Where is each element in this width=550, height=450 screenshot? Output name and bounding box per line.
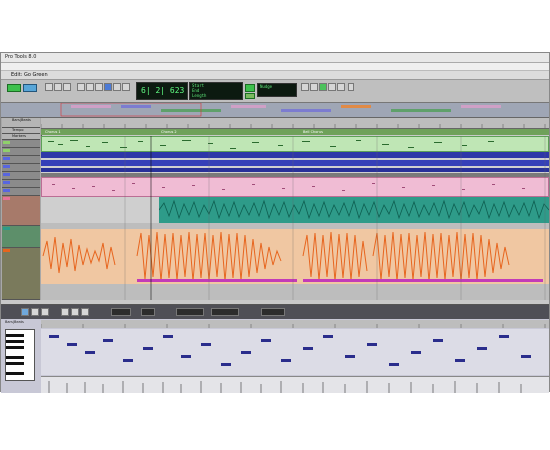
nudge-counter[interactable]: Nudge [257,83,297,97]
midi-editor-pane: Bars|Beats [1,304,549,393]
midi-blue-region[interactable] [41,160,549,166]
overview-graphic [60,103,501,117]
track-header[interactable] [2,226,40,248]
pink-notes-graphic [52,183,525,191]
ruler-label: Bars|Beats [12,118,31,122]
sub-counters: Start End Length [189,82,243,100]
marker-bell-chorus[interactable]: Bell Chorus [303,129,323,135]
ruler-header: Bars|Beats [2,118,40,128]
main-counter-value: 6| 2| 623 [141,86,185,95]
grid-mode-button[interactable] [245,84,255,92]
midi-counter[interactable] [141,308,155,316]
piano-keyboard[interactable] [5,329,35,381]
track-header-column: Bars|Beats Tempo Markers [1,118,42,300]
track-header[interactable] [2,156,40,164]
record-button[interactable] [337,83,345,91]
midi-tool-button[interactable] [61,308,69,316]
midi-blue-region[interactable] [41,152,549,158]
title-bar: Pro Tools 8.0 _ □ x [1,53,549,72]
track-header[interactable] [2,196,40,226]
edit-window-title: Edit: Go Green [11,72,48,78]
piano-roll-grid[interactable] [41,329,549,375]
zoom-out-button[interactable] [54,83,62,91]
grabber-tool-button[interactable] [95,83,103,91]
ruler-ticks [41,124,546,128]
audio-lane-orange[interactable] [41,229,549,284]
midi-ruler-label: Bars|Beats [5,320,24,324]
rewind-button[interactable] [301,83,309,91]
track-header[interactable] [2,164,40,172]
midi-tool-button[interactable] [41,308,49,316]
trim-tool-button[interactable] [77,83,85,91]
track-header[interactable] [2,248,40,300]
track-header[interactable] [2,148,40,156]
edit-tracks-area[interactable] [41,136,549,300]
midi-counter[interactable] [176,308,204,316]
window-title: Pro Tools 8.0 [5,54,37,60]
velocity-lane[interactable] [41,376,549,393]
edit-window-bar: Edit: Go Green [1,71,549,80]
timeline-ruler[interactable] [41,118,549,129]
velocity-stems [48,381,522,393]
fast-forward-button[interactable] [328,83,336,91]
track-header[interactable] [2,188,40,196]
track-header[interactable] [2,172,40,180]
zoom-button[interactable] [45,83,53,91]
loop-button[interactable] [348,83,354,91]
nudge-mode-button[interactable] [245,93,255,99]
midi-tool-button[interactable] [21,308,29,316]
tempo-ruler-label: Tempo [12,128,24,132]
track-header[interactable] [2,180,40,188]
midi-counter[interactable] [211,308,239,316]
mode-grid-button[interactable] [23,84,37,92]
smart-tool-button[interactable] [104,83,112,91]
audio-lane-teal[interactable] [41,197,549,223]
midi-tool-button[interactable] [81,308,89,316]
edit-toolbar: 6| 2| 623 Start End Length Nudge [1,80,549,103]
midi-notes-graphic [48,140,494,149]
nudge-label: Nudge [260,84,273,89]
markers-ruler[interactable]: Chorus 1 Chorus 2 Bell Chorus [41,129,549,135]
midi-blue-region[interactable] [41,168,549,172]
play-button[interactable] [319,83,327,91]
track-header[interactable] [2,140,40,148]
empty-lane [41,284,549,300]
midi-region-strip[interactable] [41,136,549,152]
menu-bar: File Edit View Track Region Event AudioS… [1,63,549,79]
length-label: Length [192,93,207,98]
teal-waveform [159,199,549,220]
pencil-tool-button[interactable] [122,83,130,91]
pink-midi-region[interactable] [41,177,549,197]
midi-tool-button[interactable] [31,308,39,316]
midi-counter[interactable] [111,308,131,316]
teal-audio-region[interactable] [159,197,549,223]
midi-editor-toolbar [1,305,549,319]
stop-button[interactable] [310,83,318,91]
universe-overview[interactable] [1,103,549,118]
midi-editor-ruler[interactable] [41,320,549,328]
selector-tool-button[interactable] [86,83,94,91]
pro-tools-window: Pro Tools 8.0 _ □ x File Edit View Track… [0,52,550,393]
marker-chorus-1[interactable]: Chorus 1 [45,129,61,135]
mode-shuffle-button[interactable] [7,84,21,92]
markers-ruler-label: Markers [12,134,26,138]
zoom-in-button[interactable] [63,83,71,91]
orange-waveform [42,231,543,282]
midi-tool-button[interactable] [71,308,79,316]
scrubber-tool-button[interactable] [113,83,121,91]
marker-chorus-2[interactable]: Chorus 2 [161,129,177,135]
midi-counter[interactable] [261,308,285,316]
midi-ruler-ticks [41,324,546,328]
main-counter[interactable]: 6| 2| 623 [136,82,188,100]
